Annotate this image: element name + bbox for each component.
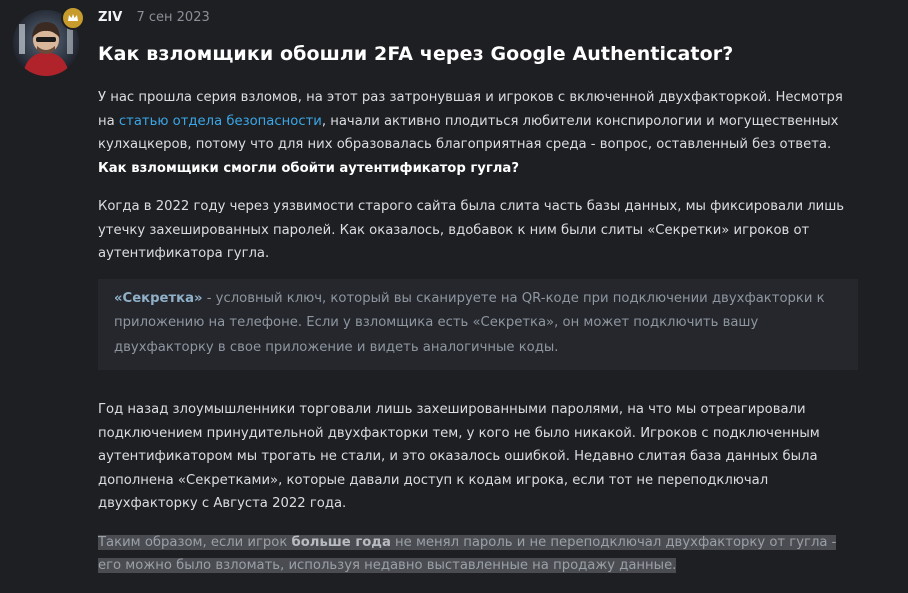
paragraph-4-selected: Таким образом, если игрок больше года не…: [98, 531, 860, 578]
blockquote: «Секретка» - условный ключ, который вы с…: [98, 278, 858, 370]
post-title: Как взломщики обошли 2FA через Google Au…: [98, 43, 734, 65]
author-name[interactable]: ZIV: [98, 10, 122, 25]
post-date: 7 сен 2023: [136, 10, 210, 25]
paragraph-1: У нас прошла серия взломов, на этот раз …: [98, 86, 860, 180]
security-article-link[interactable]: статью отдела безопасности: [119, 114, 322, 129]
paragraph-3: Год назад злоумышленники торговали лишь …: [98, 402, 820, 511]
paragraph-2: Когда в 2022 году через уязвимости старо…: [98, 199, 845, 261]
post-meta: ZIV 7 сен 2023: [98, 10, 210, 25]
quote-text: - условный ключ, который вы сканируете н…: [114, 290, 825, 355]
paragraph-text: Таким образом, если игрок: [98, 534, 292, 550]
quote-term: «Секретка»: [114, 290, 203, 306]
bold-question: Как взломщики смогли обойти аутентификат…: [98, 160, 519, 176]
bold-phrase: больше года: [291, 534, 391, 550]
post-body: У нас прошла серия взломов, на этот раз …: [98, 86, 860, 593]
crown-icon: [61, 6, 85, 30]
